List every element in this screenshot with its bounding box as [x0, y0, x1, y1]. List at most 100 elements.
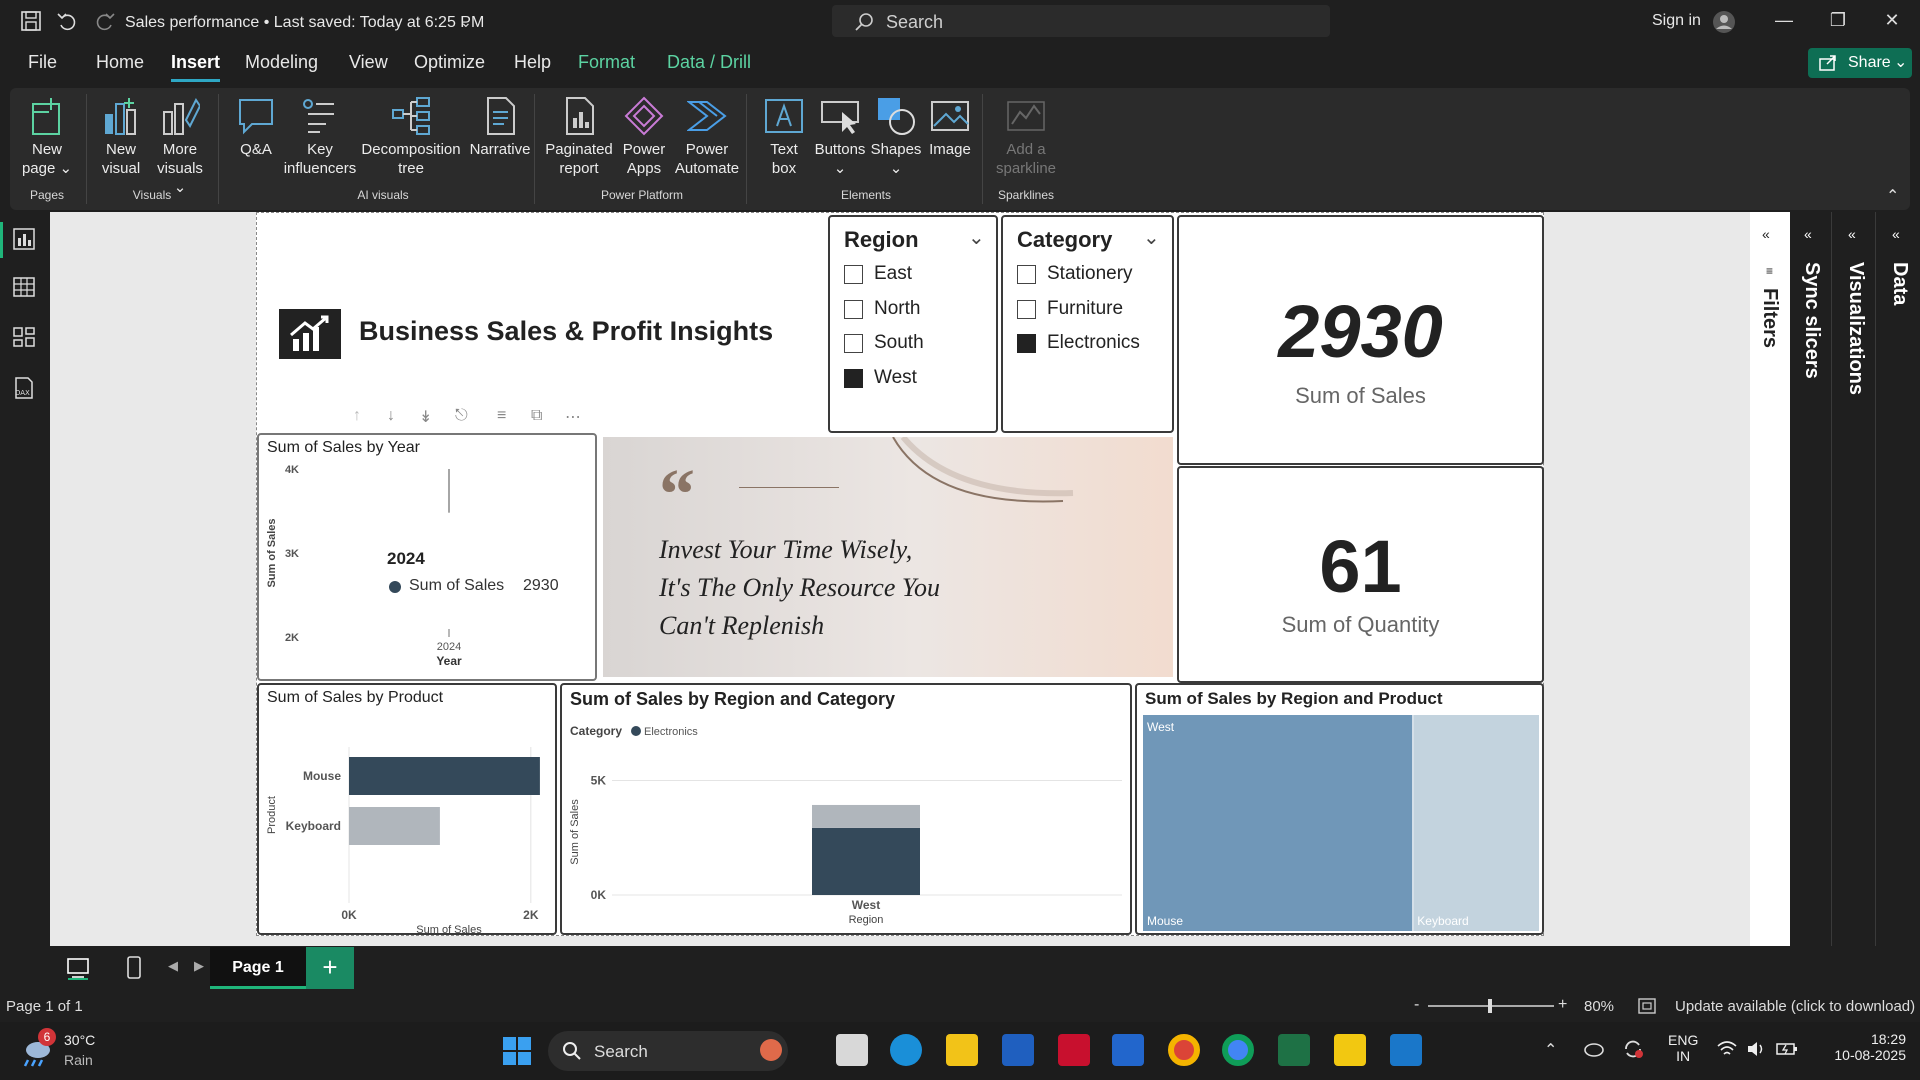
qa-button[interactable]: Q&A	[228, 96, 284, 159]
chrome-icon[interactable]	[1168, 1034, 1200, 1066]
sales-by-region-category-chart[interactable]: Sum of Sales by Region and Category Cate…	[560, 683, 1132, 935]
sync-icon[interactable]	[1622, 1038, 1644, 1060]
dax-query-view-icon[interactable]: DAX	[12, 376, 36, 400]
excel-icon[interactable]	[1278, 1034, 1310, 1066]
power-automate-button[interactable]: Power Automate	[672, 96, 742, 178]
menu-insert[interactable]: Insert	[171, 52, 221, 82]
maximize-icon[interactable]: ❐	[1826, 10, 1850, 34]
account-icon[interactable]	[1712, 10, 1736, 34]
update-available-link[interactable]: Update available (click to download)	[1675, 998, 1915, 1015]
menu-modeling[interactable]: Modeling	[245, 52, 318, 73]
store-icon[interactable]	[1002, 1034, 1034, 1066]
minimize-icon[interactable]: —	[1772, 10, 1796, 34]
expand-sync-slicers-icon[interactable]: «	[1804, 226, 1812, 242]
menu-help[interactable]: Help	[514, 52, 551, 73]
more-options-icon[interactable]: ⋯	[565, 407, 581, 427]
volume-icon[interactable]	[1746, 1040, 1766, 1058]
expand-all-down-icon[interactable]: ↡	[419, 407, 432, 427]
task-view-icon[interactable]	[836, 1034, 868, 1066]
fit-to-page-icon[interactable]	[1638, 998, 1656, 1014]
expand-data-icon[interactable]: «	[1892, 226, 1900, 242]
add-sparkline-button[interactable]: Add a sparkline	[988, 96, 1064, 178]
more-visuals-button[interactable]: More visuals ⌄	[150, 96, 210, 197]
paginated-report-button[interactable]: Paginated report	[542, 96, 616, 178]
menu-optimize[interactable]: Optimize	[414, 52, 485, 73]
drill-up-icon[interactable]: ↑	[353, 407, 361, 425]
checkbox[interactable]	[844, 265, 863, 284]
onedrive-icon[interactable]	[1582, 1040, 1604, 1058]
menu-format[interactable]: Format	[578, 52, 635, 73]
category-slicer[interactable]: Category ⌄ Stationery Furniture Electron…	[1001, 215, 1174, 433]
image-button[interactable]: Image	[924, 96, 976, 159]
new-visual-button[interactable]: New visual	[94, 96, 148, 178]
file-explorer-icon[interactable]	[946, 1034, 978, 1066]
filter-icon[interactable]: ≡	[497, 407, 506, 425]
expand-visualizations-icon[interactable]: «	[1848, 226, 1856, 242]
sync-slicers-pane[interactable]: « Sync slicers	[1792, 212, 1832, 946]
taskbar-search[interactable]: Search	[548, 1031, 788, 1071]
sum-of-sales-card[interactable]: 2930 Sum of Sales	[1177, 215, 1544, 465]
visualizations-pane[interactable]: « Visualizations	[1834, 212, 1876, 946]
menu-file[interactable]: File	[28, 52, 57, 73]
next-page-icon[interactable]: ▶	[194, 958, 204, 974]
checkbox-checked[interactable]	[844, 369, 863, 388]
decomposition-tree-button[interactable]: Decomposition tree	[358, 96, 464, 178]
sales-by-product-chart[interactable]: Sum of Sales by Product Mouse Keyboard 0K 2…	[257, 683, 557, 935]
zoom-slider[interactable]	[1428, 999, 1554, 1013]
battery-icon[interactable]	[1776, 1040, 1798, 1058]
buttons-button[interactable]: Buttons ⌄	[812, 96, 868, 178]
undo-icon[interactable]	[56, 10, 78, 32]
edge-icon[interactable]	[890, 1034, 922, 1066]
focus-mode-icon[interactable]: ⧉	[531, 407, 542, 425]
checkbox[interactable]	[844, 334, 863, 353]
model-view-icon[interactable]	[13, 326, 35, 348]
zoom-slider-thumb[interactable]	[1488, 999, 1493, 1013]
search-input[interactable]: Search	[832, 5, 1330, 37]
key-influencers-button[interactable]: Key influencers	[282, 96, 358, 178]
checkbox[interactable]	[1017, 265, 1036, 284]
save-icon[interactable]	[20, 10, 42, 32]
collapse-ribbon-icon[interactable]: ⌃	[1886, 186, 1899, 206]
photos-icon[interactable]	[1390, 1034, 1422, 1066]
data-pane[interactable]: « Data	[1878, 212, 1920, 946]
wifi-icon[interactable]	[1716, 1040, 1738, 1058]
zoom-in-button[interactable]: +	[1558, 996, 1567, 1014]
mobile-layout-icon[interactable]	[126, 956, 142, 980]
region-slicer[interactable]: Region ⌄ East North South West	[828, 215, 998, 433]
zoom-out-button[interactable]: -	[1414, 996, 1419, 1014]
narrative-button[interactable]: Narrative	[462, 96, 538, 159]
region-slicer-chevron-down-icon[interactable]: ⌄	[968, 225, 985, 250]
category-slicer-chevron-down-icon[interactable]: ⌄	[1143, 225, 1160, 250]
menu-view[interactable]: View	[349, 52, 388, 73]
document-title[interactable]: Sales performance • Last saved: Today at…	[125, 14, 484, 32]
menu-home[interactable]: Home	[96, 52, 144, 73]
app-icon[interactable]	[1112, 1034, 1144, 1066]
add-page-button[interactable]: +	[306, 947, 354, 989]
power-bi-icon[interactable]	[1334, 1034, 1366, 1066]
zoom-level[interactable]: 80%	[1584, 998, 1614, 1015]
mcafee-icon[interactable]	[1058, 1034, 1090, 1066]
checkbox-checked[interactable]	[1017, 334, 1036, 353]
quote-image[interactable]: “ Invest Your Time Wisely, It's The Only…	[603, 437, 1173, 677]
checkbox[interactable]	[844, 300, 863, 319]
sales-by-region-product-treemap[interactable]: Sum of Sales by Region and Product Mouse…	[1135, 683, 1544, 935]
language-indicator[interactable]: ENG IN	[1668, 1032, 1698, 1064]
close-icon[interactable]: ✕	[1880, 10, 1904, 34]
checkbox[interactable]	[1017, 300, 1036, 319]
new-page-button[interactable]: New page ⌄	[14, 96, 80, 178]
table-view-icon[interactable]	[13, 276, 35, 298]
start-icon[interactable]	[502, 1036, 532, 1066]
collapse-filters-icon[interactable]: «	[1762, 226, 1770, 242]
chrome-profile-icon[interactable]	[1222, 1034, 1254, 1066]
clock[interactable]: 18:29 10-08-2025	[1814, 1031, 1906, 1063]
tab-page-1[interactable]: Page 1	[210, 947, 306, 989]
expand-hierarchy-icon[interactable]: ⎋	[455, 407, 468, 425]
sales-by-year-chart[interactable]: Sum of Sales by Year 4K 3K 2K Sum of Sales 2…	[257, 433, 597, 681]
drill-down-icon[interactable]: ↓	[387, 407, 395, 425]
menu-data-drill[interactable]: Data / Drill	[667, 52, 751, 73]
sum-of-quantity-card[interactable]: 61 Sum of Quantity	[1177, 466, 1544, 683]
redo-icon[interactable]	[94, 10, 116, 32]
desktop-layout-icon[interactable]	[66, 956, 90, 980]
weather-temp[interactable]: 30°C	[64, 1032, 95, 1048]
share-button[interactable]: Share ⌄	[1808, 48, 1912, 78]
